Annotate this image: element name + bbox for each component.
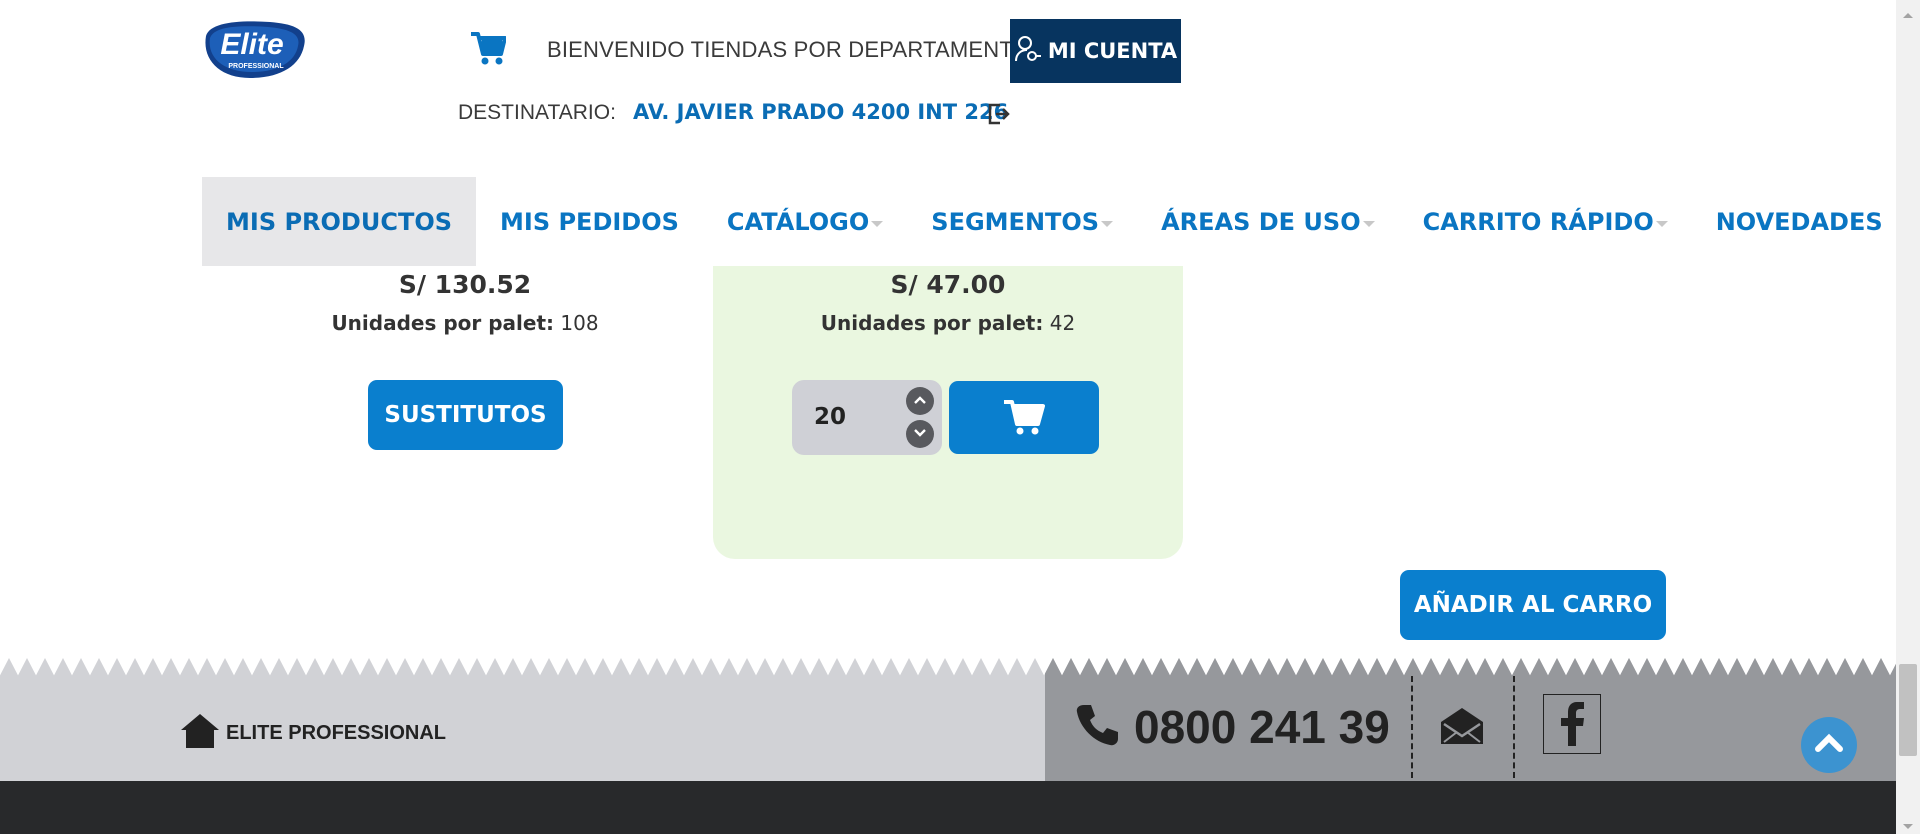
quantity-stepper [792,380,942,455]
logout-icon[interactable] [987,102,1011,126]
scroll-to-top-button[interactable] [1801,717,1857,773]
chevron-up-icon [913,392,927,410]
increment-button[interactable] [906,387,934,415]
logo-subtext: PROFESSIONAL [228,63,284,70]
footer-divider [1513,676,1515,778]
product-card: S/ 130.52 Unidades por palet: 108 [265,270,665,335]
add-to-cart-icon-button[interactable] [949,381,1099,454]
footer-left [0,676,1045,781]
destination-label: DESTINATARIO: [458,101,616,124]
chevron-up-icon [1815,733,1843,758]
quantity-input[interactable] [814,400,874,434]
nav-item-carrito-rapido[interactable]: CARRITO RÁPIDO [1399,177,1692,266]
nav-item-novedades[interactable]: NOVEDADES [1692,177,1907,266]
home-icon [180,712,220,755]
footer-divider [1411,676,1413,778]
scroll-up-arrow-icon[interactable] [1902,6,1914,24]
units-per-pallet: Unidades por palet: 108 [331,311,599,335]
add-to-cart-button[interactable]: AÑADIR AL CARRO [1400,570,1666,640]
nav-item-mis-pedidos[interactable]: MIS PEDIDOS [476,177,703,266]
logo-text: Elite [220,28,283,61]
nav-item-catalogo[interactable]: CATÁLOGO [703,177,907,266]
footer-brand-label: ELITE PROFESSIONAL [226,722,447,744]
scroll-down-arrow-icon[interactable] [1902,818,1914,836]
footer-phone[interactable]: 0800 241 39 [1074,700,1390,754]
cart-icon[interactable] [470,26,507,66]
product-card: S/ 47.00 Unidades por palet: 42 [748,270,1148,335]
phone-icon [1074,702,1120,753]
nav-item-segmentos[interactable]: SEGMENTOS [907,177,1137,266]
dropdown-caret-icon [1362,220,1375,227]
user-key-icon [1014,35,1042,68]
facebook-icon[interactable] [1543,694,1601,754]
nav-item-mis-productos[interactable]: MIS PRODUCTOS [202,177,477,266]
nav-item-areas-de-uso[interactable]: ÁREAS DE USO [1137,177,1399,266]
decrement-button[interactable] [906,420,934,448]
dropdown-caret-icon [871,220,884,227]
cart-icon [1003,396,1045,440]
welcome-text: BIENVENIDO TIENDAS POR DEPARTAMENTO [547,37,1030,62]
phone-number: 0800 241 39 [1134,701,1390,753]
footer-home-link[interactable]: ELITE PROFESSIONAL [180,712,446,755]
product-price: S/ 130.52 [398,270,532,299]
main-nav: MIS PRODUCTOS MIS PEDIDOS CATÁLOGO SEGME… [202,177,1907,266]
zigzag-divider [0,658,1896,678]
chevron-down-icon [913,425,927,443]
my-account-label: MI CUENTA [1047,39,1178,63]
product-price: S/ 47.00 [890,270,1006,299]
elite-logo[interactable]: Elite PROFESSIONAL [200,16,310,82]
email-icon[interactable] [1439,706,1485,751]
dropdown-caret-icon [1655,220,1668,227]
my-account-button[interactable]: MI CUENTA [1010,19,1181,83]
substitutes-button[interactable]: SUSTITUTOS [368,380,563,450]
units-per-pallet: Unidades por palet: 42 [820,311,1076,335]
destination-address[interactable]: AV. JAVIER PRADO 4200 INT 226 [633,100,1008,124]
dropdown-caret-icon [1101,220,1114,227]
scrollbar-thumb[interactable] [1899,664,1917,756]
footer-bottom-bar [0,781,1896,834]
